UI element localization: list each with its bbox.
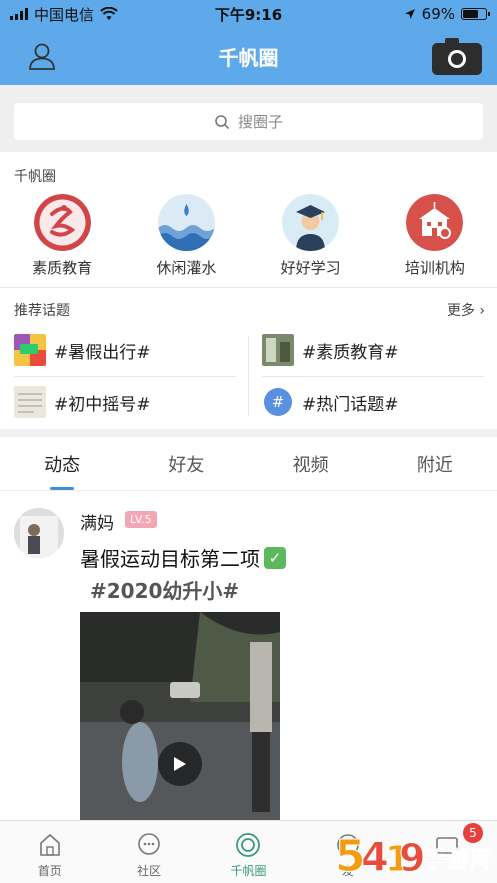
status-bar: 中国电信 下午9:16 69%	[0, 0, 497, 28]
svg-text:9: 9	[399, 836, 425, 880]
topic-thumbnail	[14, 386, 46, 418]
hashtag-icon: #	[264, 388, 292, 416]
battery-icon	[461, 8, 490, 20]
section-title: 千帆圈	[14, 169, 56, 185]
carrier-label: 中国电信	[34, 5, 95, 24]
post-author[interactable]: 满妈	[80, 509, 114, 534]
nav-circle[interactable]: 千帆圈	[199, 821, 298, 883]
nav-community[interactable]: 社区	[99, 821, 198, 883]
signal-icon	[10, 8, 28, 20]
school-building-icon	[406, 194, 464, 251]
tab-nearby[interactable]: 附近	[373, 437, 497, 490]
post-text: 暑假运动目标第二项 ✓	[80, 543, 286, 572]
circle-item-leisure[interactable]: 休闲灌水	[124, 194, 248, 278]
circle-categories: 千帆圈 素质教育 休闲灌水 好好学习 培训机构	[0, 152, 497, 287]
tab-videos[interactable]: 视频	[249, 437, 373, 490]
play-button[interactable]	[158, 742, 202, 786]
section-title: 推荐话题	[14, 303, 70, 319]
topic-thumbnail	[262, 334, 294, 366]
divider	[14, 376, 236, 377]
header: 千帆圈	[0, 28, 497, 85]
circle-label: 培训机构	[404, 259, 465, 277]
more-label: 更多	[446, 303, 475, 319]
search-icon	[215, 114, 230, 129]
chevron-right-icon: ›	[479, 303, 485, 319]
post-hashtag[interactable]: #2020幼升小#	[90, 575, 239, 604]
nav-label: 首页	[37, 864, 62, 878]
circle-label: 好好学习	[280, 259, 341, 277]
user-icon[interactable]	[26, 40, 58, 72]
search-placeholder: 搜圈子	[237, 113, 283, 131]
post-video[interactable]	[80, 612, 280, 820]
wifi-icon	[100, 7, 118, 20]
water-waves-icon	[157, 194, 215, 251]
more-link[interactable]: 更多 ›	[447, 300, 485, 320]
svg-text:#: #	[272, 393, 285, 411]
search-input[interactable]: 搜圈子	[14, 103, 483, 140]
divider	[248, 336, 249, 416]
post-text-content: 暑假运动目标第二项	[80, 547, 260, 571]
circle-label: 休闲灌水	[156, 259, 217, 277]
quality-education-icon	[33, 194, 91, 251]
check-mark-icon: ✓	[264, 546, 286, 569]
search-area: 搜圈子	[0, 85, 497, 152]
feed: 动态 好友 视频 附近 满妈 LV.5 暑假运动目标第二项 ✓ #2020幼升小#	[0, 437, 497, 820]
chat-icon	[138, 833, 160, 855]
tab-friends[interactable]: 好友	[124, 437, 248, 490]
circle-item-study[interactable]: 好好学习	[249, 194, 373, 278]
feed-tabs: 动态 好友 视频 附近	[0, 437, 497, 491]
circle-item-training[interactable]: 培训机构	[373, 194, 497, 278]
topic-item[interactable]: # #热门话题#	[262, 386, 399, 418]
topic-label: #热门话题#	[302, 394, 399, 415]
avatar[interactable]	[14, 508, 64, 558]
circle-label: 素质教育	[32, 259, 93, 277]
play-icon	[174, 757, 186, 771]
level-badge: LV.5	[125, 511, 157, 528]
topic-label: #素质教育#	[302, 342, 399, 363]
nav-label: 千帆圈	[230, 864, 267, 878]
video-thumbnail	[80, 612, 280, 820]
page-title: 千帆圈	[218, 46, 279, 70]
tab-activity[interactable]: 动态	[0, 437, 124, 490]
topic-item[interactable]: #暑假出行#	[14, 334, 151, 366]
circle-icon	[236, 833, 261, 857]
topic-thumbnail	[14, 334, 46, 366]
circle-item-quality-education[interactable]: 素质教育	[0, 194, 124, 278]
topic-item[interactable]: #初中摇号#	[14, 386, 151, 418]
nav-home[interactable]: 首页	[0, 821, 99, 883]
watermark-logo: 5 4 1 9 手游网	[335, 831, 492, 882]
graduate-icon	[282, 194, 340, 251]
topic-item[interactable]: #素质教育#	[262, 334, 399, 366]
battery-percent: 69%	[421, 5, 455, 23]
nav-label: 社区	[137, 864, 162, 878]
recommended-topics: 推荐话题 更多 › #暑假出行# #素质教育# #初中摇号# # #热门话题#	[0, 287, 497, 429]
watermark-text: 手游网	[425, 847, 491, 873]
topic-label: #暑假出行#	[54, 342, 151, 363]
home-icon	[39, 833, 60, 856]
location-arrow-icon	[404, 9, 415, 19]
topic-label: #初中摇号#	[54, 394, 151, 415]
camera-icon[interactable]	[431, 36, 483, 76]
divider	[262, 376, 484, 377]
